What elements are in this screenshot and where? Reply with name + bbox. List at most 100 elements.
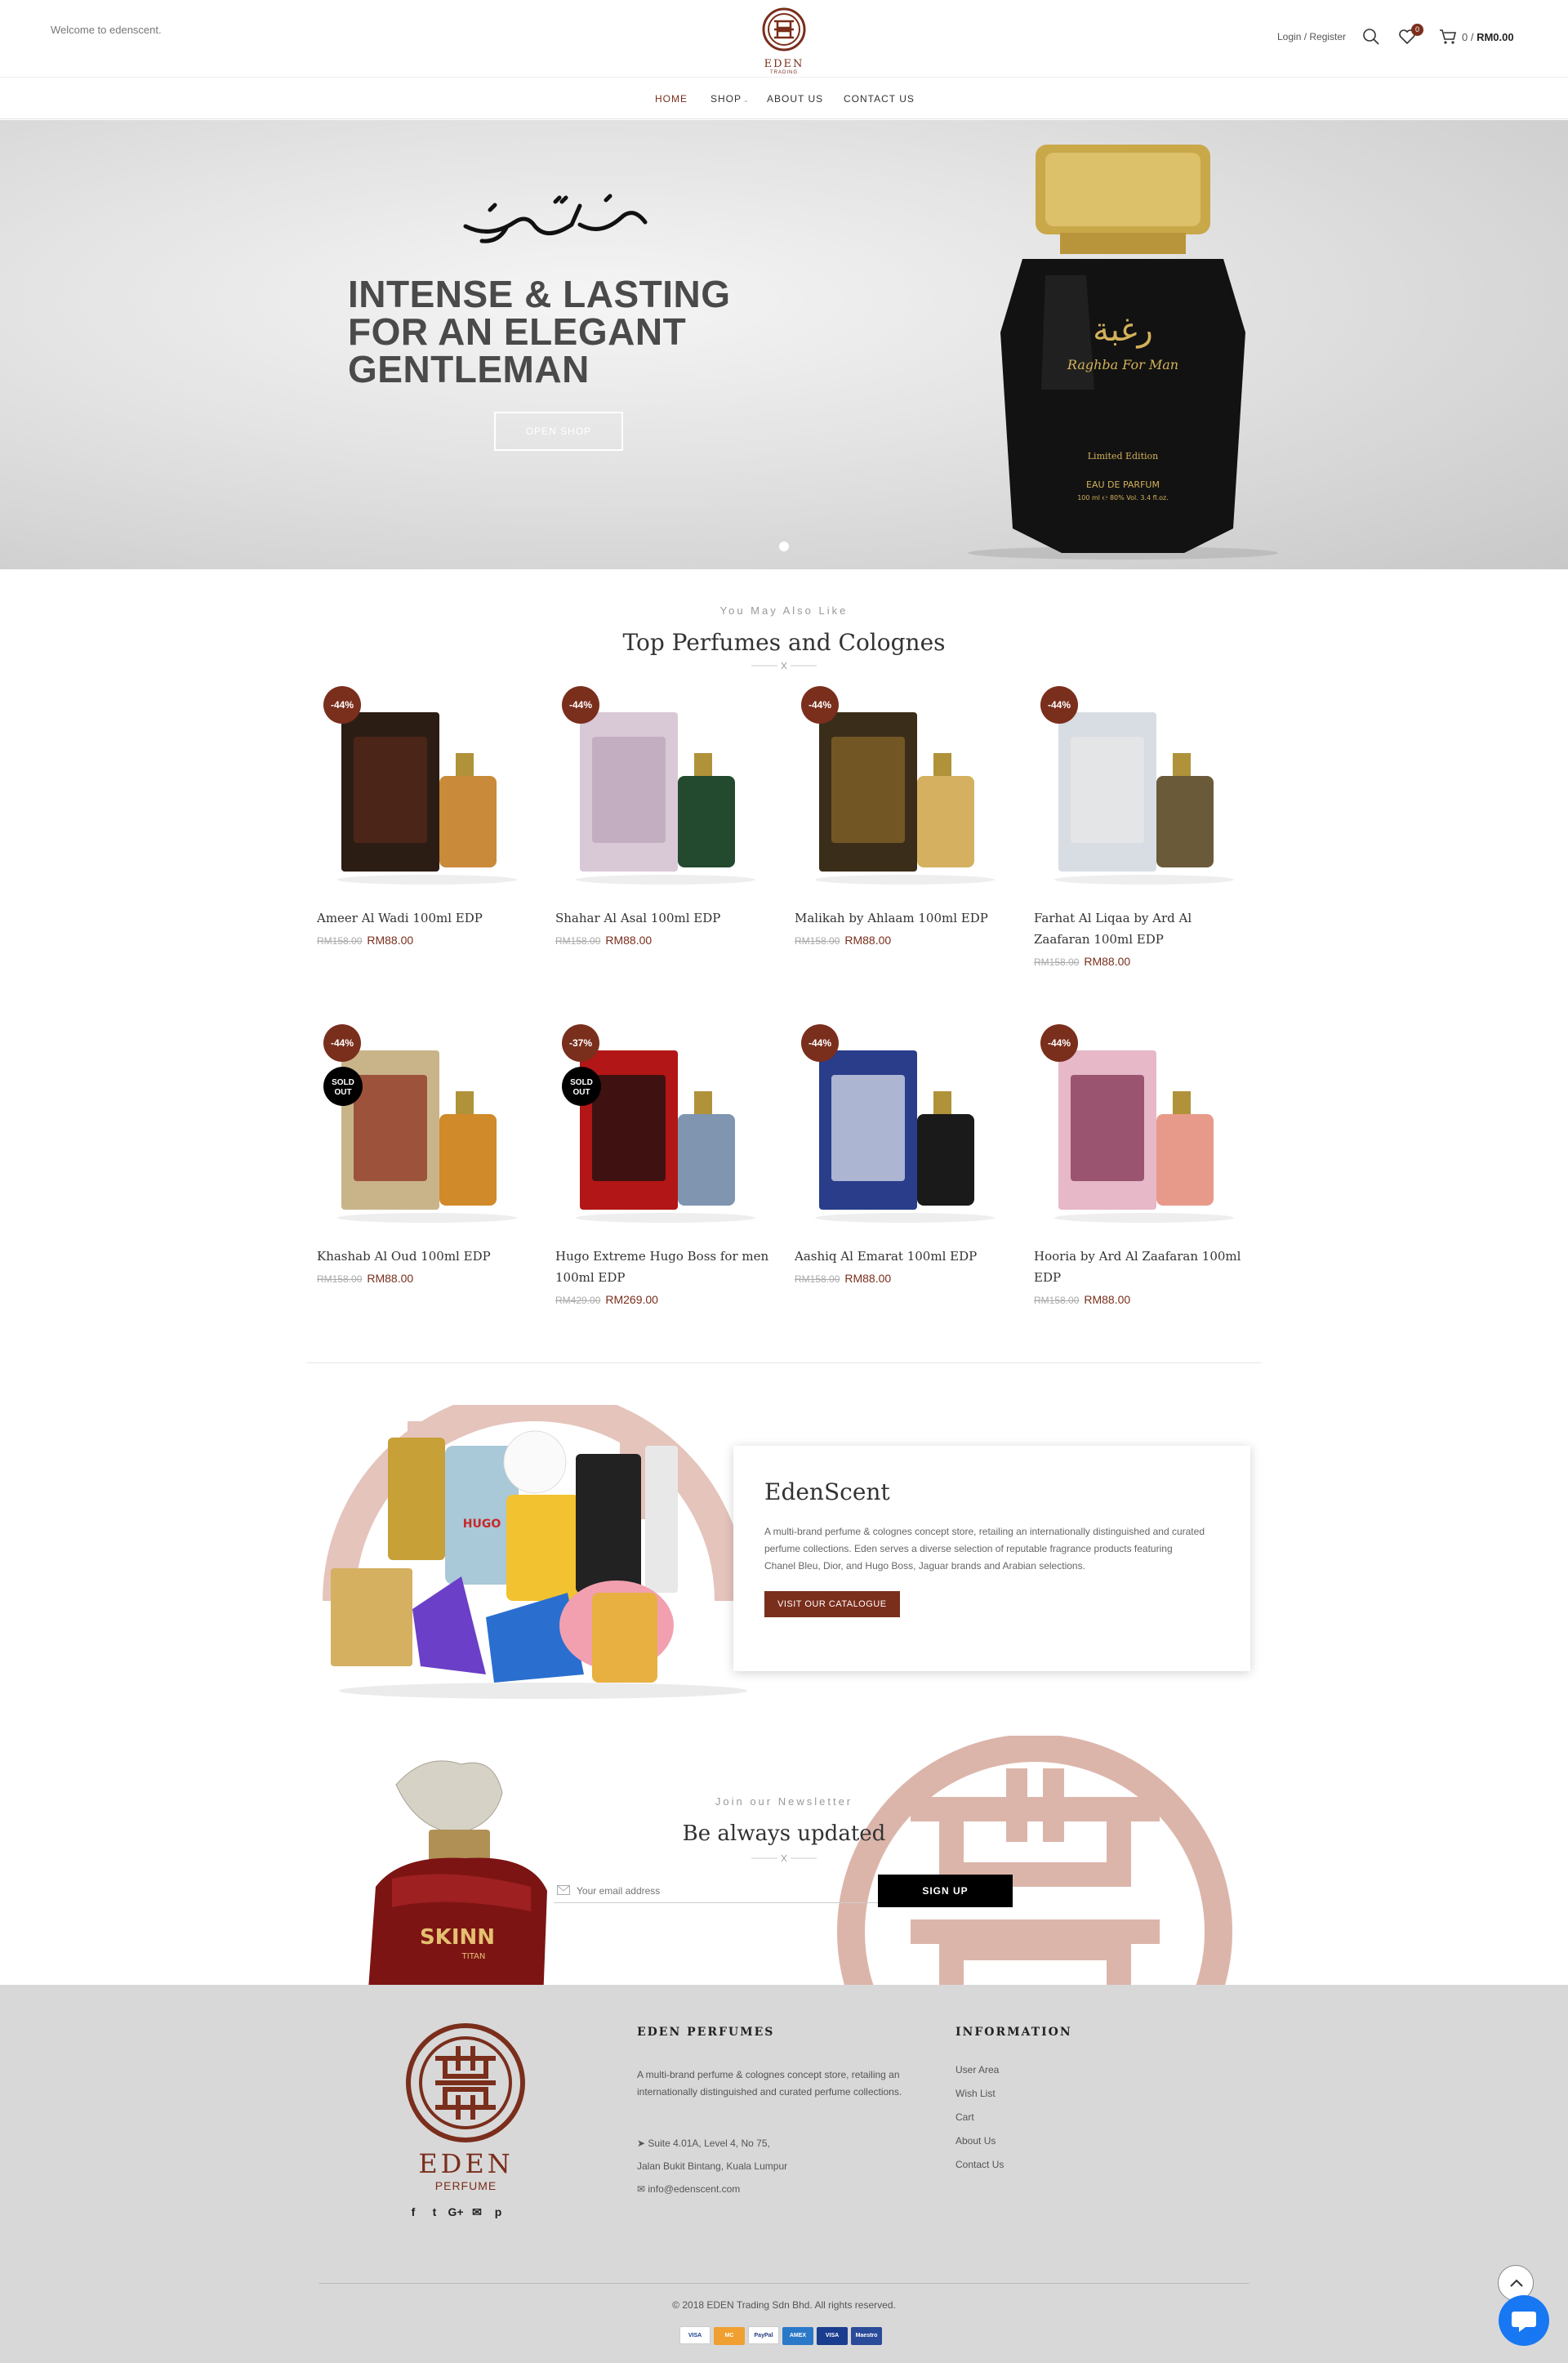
product-name[interactable]: Malikah by Ahlaam 100ml EDP	[795, 907, 1011, 929]
product-image[interactable]: -44% SOLD OUT	[317, 1018, 533, 1234]
email-input[interactable]	[577, 1880, 871, 1902]
about-title: EdenScent	[764, 1478, 890, 1505]
product-card[interactable]: -44% Hooria by Ard Al Zaafaran 100ml EDP R…	[1034, 1018, 1250, 1306]
footer-link-about-us[interactable]: About Us	[956, 2135, 996, 2147]
separator-icon	[751, 1854, 817, 1862]
product-price: RM158.00 RM88.00	[317, 1272, 533, 1285]
product-card[interactable]: -44% Aashiq Al Emarat 100ml EDP RM158.00 RM…	[795, 1018, 1011, 1285]
location-icon: ➤	[637, 2138, 648, 2149]
nav-home[interactable]: HOME	[655, 93, 688, 105]
product-name[interactable]: Aashiq Al Emarat 100ml EDP	[795, 1246, 1011, 1267]
footer-link-wish-list[interactable]: Wish List	[956, 2088, 996, 2099]
discount-badge: -37%	[562, 1024, 599, 1062]
amex-icon: AMEX	[782, 2327, 813, 2345]
product-sale-price: RM269.00	[605, 1293, 658, 1306]
about-text: A multi-brand perfume & colognes concept…	[764, 1526, 1205, 1572]
product-card[interactable]: -37% SOLD OUT Hugo Extreme Hugo Boss for m…	[555, 1018, 772, 1306]
bottle-label-line4: 100 ml ℮ 80% Vol. 3.4 fl.oz.	[1077, 494, 1169, 502]
product-name[interactable]: Hooria by Ard Al Zaafaran 100ml EDP	[1034, 1246, 1250, 1288]
product-image[interactable]: -44%	[1034, 680, 1250, 896]
product-sale-price: RM88.00	[1084, 955, 1131, 968]
visit-catalogue-button[interactable]: VISIT OUR CATALOGUE	[764, 1591, 900, 1617]
nav-contact-us[interactable]: CONTACT US	[844, 93, 915, 105]
logo-word: EDEN	[764, 58, 804, 70]
chat-icon	[1512, 2312, 1536, 2332]
footer-link-contact-us[interactable]: Contact Us	[956, 2159, 1004, 2170]
nav-shop[interactable]: SHOP ⌄	[710, 93, 750, 105]
product-image[interactable]: -37% SOLD OUT	[555, 1018, 772, 1234]
separator-icon	[751, 662, 817, 670]
facebook-icon[interactable]: f	[405, 2205, 421, 2218]
search-icon[interactable]	[1362, 28, 1380, 46]
product-image[interactable]: -44%	[795, 1018, 1011, 1234]
product-name[interactable]: Farhat Al Liqaa by Ard Al Zaafaran 100ml…	[1034, 907, 1250, 950]
paypal-icon: PayPal	[748, 2326, 779, 2344]
svg-text:HUGO: HUGO	[463, 1518, 501, 1531]
arabic-calligraphy-logo	[463, 194, 648, 243]
product-price: RM429.00 RM269.00	[555, 1293, 772, 1306]
product-price: RM158.00 RM88.00	[1034, 955, 1250, 968]
product-old-price: RM158.00	[1034, 956, 1080, 968]
product-sale-price: RM88.00	[367, 934, 414, 947]
product-image[interactable]: -44%	[555, 680, 772, 896]
copyright-text: © 2018 EDEN Trading Sdn Bhd. All rights …	[672, 2299, 896, 2311]
chat-button[interactable]	[1499, 2295, 1549, 2346]
cart-icon[interactable]	[1439, 28, 1457, 46]
product-old-price: RM158.00	[1034, 1295, 1080, 1306]
footer-emblem-icon	[406, 2023, 525, 2142]
maestro-icon: Maestro	[851, 2327, 882, 2345]
product-card[interactable]: -44% Malikah by Ahlaam 100ml EDP RM158.00 R…	[795, 680, 1011, 947]
product-image[interactable]: -44%	[795, 680, 1011, 896]
payment-methods: VISA MC PayPal AMEX VISA Maestro	[679, 2326, 892, 2346]
footer-eden-perfumes-title: EDEN PERFUMES	[637, 2026, 775, 2039]
slider-dot[interactable]	[779, 542, 789, 551]
svg-text:SKINN: SKINN	[420, 1925, 495, 1950]
product-sale-price: RM88.00	[605, 934, 653, 947]
nav-about-us[interactable]: ABOUT US	[767, 93, 823, 105]
product-card[interactable]: -44% SOLD OUT Khashab Al Oud 100ml EDP RM15…	[317, 1018, 533, 1285]
nav-shop-label: SHOP	[710, 93, 742, 105]
product-card[interactable]: -44% Shahar Al Asal 100ml EDP RM158.00 RM88…	[555, 680, 772, 947]
twitter-icon[interactable]: t	[426, 2205, 443, 2218]
eden-emblem-watermark-icon	[837, 1736, 1232, 1985]
email-icon[interactable]: ✉	[469, 2205, 485, 2219]
sold-out-badge: SOLD OUT	[562, 1067, 601, 1106]
open-shop-button[interactable]: OPEN SHOP	[494, 412, 623, 451]
product-card[interactable]: -44% Ameer Al Wadi 100ml EDP RM158.00 RM88.…	[317, 680, 533, 947]
product-name[interactable]: Hugo Extreme Hugo Boss for men 100ml EDP	[555, 1246, 772, 1288]
login-register-link[interactable]: Login / Register	[1277, 31, 1346, 42]
sign-up-button[interactable]: SIGN UP	[878, 1875, 1013, 1907]
product-old-price: RM429.00	[555, 1295, 601, 1306]
about-card: EdenScent A multi-brand perfume & cologn…	[733, 1446, 1250, 1671]
product-name[interactable]: Khashab Al Oud 100ml EDP	[317, 1246, 533, 1267]
product-price: RM158.00 RM88.00	[795, 934, 1011, 947]
product-image[interactable]: -44%	[317, 680, 533, 896]
footer-link-cart[interactable]: Cart	[956, 2111, 974, 2123]
svg-text:رغبة: رغبة	[1093, 311, 1153, 349]
cart-summary[interactable]: 0 / RM0.00	[1462, 31, 1514, 43]
footer-email-text: info@edenscent.com	[648, 2183, 741, 2195]
discount-badge: -44%	[801, 1024, 839, 1062]
product-image[interactable]: -44%	[1034, 1018, 1250, 1234]
product-name[interactable]: Ameer Al Wadi 100ml EDP	[317, 907, 533, 929]
discount-badge: -44%	[1040, 1024, 1078, 1062]
chevron-down-icon: ⌄	[743, 96, 750, 104]
section-divider	[307, 1362, 1261, 1363]
discount-badge: -44%	[1040, 686, 1078, 724]
product-card[interactable]: -44% Farhat Al Liqaa by Ard Al Zaafaran 1…	[1034, 680, 1250, 968]
footer-email[interactable]: ✉ info@edenscent.com	[637, 2183, 740, 2195]
site-logo[interactable]: EDEN TRADING	[760, 7, 808, 75]
logo-sub: TRADING	[770, 70, 798, 75]
newsletter-email-field	[554, 1879, 880, 1903]
discount-badge: -44%	[323, 1024, 361, 1062]
product-name[interactable]: Shahar Al Asal 100ml EDP	[555, 907, 772, 929]
hero-slider: INTENSE & LASTING FOR AN ELEGANT GENTLEM…	[0, 120, 1568, 569]
footer-link-user-area[interactable]: User Area	[956, 2064, 999, 2075]
pinterest-icon[interactable]: p	[490, 2205, 506, 2218]
product-price: RM158.00 RM88.00	[555, 934, 772, 947]
products-subtitle: You May Also Like	[719, 604, 849, 617]
google-plus-icon[interactable]: G+	[448, 2205, 464, 2218]
footer-logo-sub: PERFUME	[434, 2179, 497, 2192]
footer-address-line1: ➤ Suite 4.01A, Level 4, No 75,	[637, 2138, 770, 2149]
bottle-label-line2: Limited Edition	[1088, 451, 1158, 461]
